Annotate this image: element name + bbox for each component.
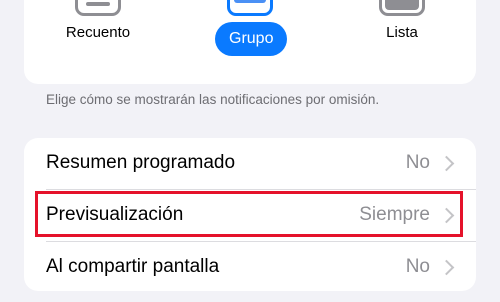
style-option-label: Lista <box>386 24 418 41</box>
style-footnote: Elige cómo se mostrarán las notificacion… <box>46 92 380 107</box>
list-layout-icon <box>379 0 425 16</box>
row-label: Resumen programado <box>46 152 236 173</box>
count-layout-icon <box>75 0 121 16</box>
notification-style-picker: Recuento Grupo Lista <box>24 0 476 84</box>
chevron-right-icon <box>438 259 455 276</box>
style-option-grupo[interactable]: Grupo <box>190 0 310 84</box>
row-value: No <box>405 152 430 173</box>
style-option-lista[interactable]: Lista <box>342 0 462 84</box>
style-option-label: Recuento <box>65 24 131 41</box>
highlight-box <box>35 191 463 237</box>
chevron-right-icon <box>438 155 455 172</box>
row-label: Al compartir pantalla <box>46 256 220 277</box>
selected-style-pill: Grupo <box>215 22 288 56</box>
row-value: No <box>405 256 430 277</box>
row-al-compartir-pantalla[interactable]: Al compartir pantalla No <box>24 242 476 293</box>
style-option-recuento[interactable]: Recuento <box>38 0 158 84</box>
row-resumen-programado[interactable]: Resumen programado No <box>24 138 476 189</box>
stack-layout-icon <box>227 0 273 16</box>
